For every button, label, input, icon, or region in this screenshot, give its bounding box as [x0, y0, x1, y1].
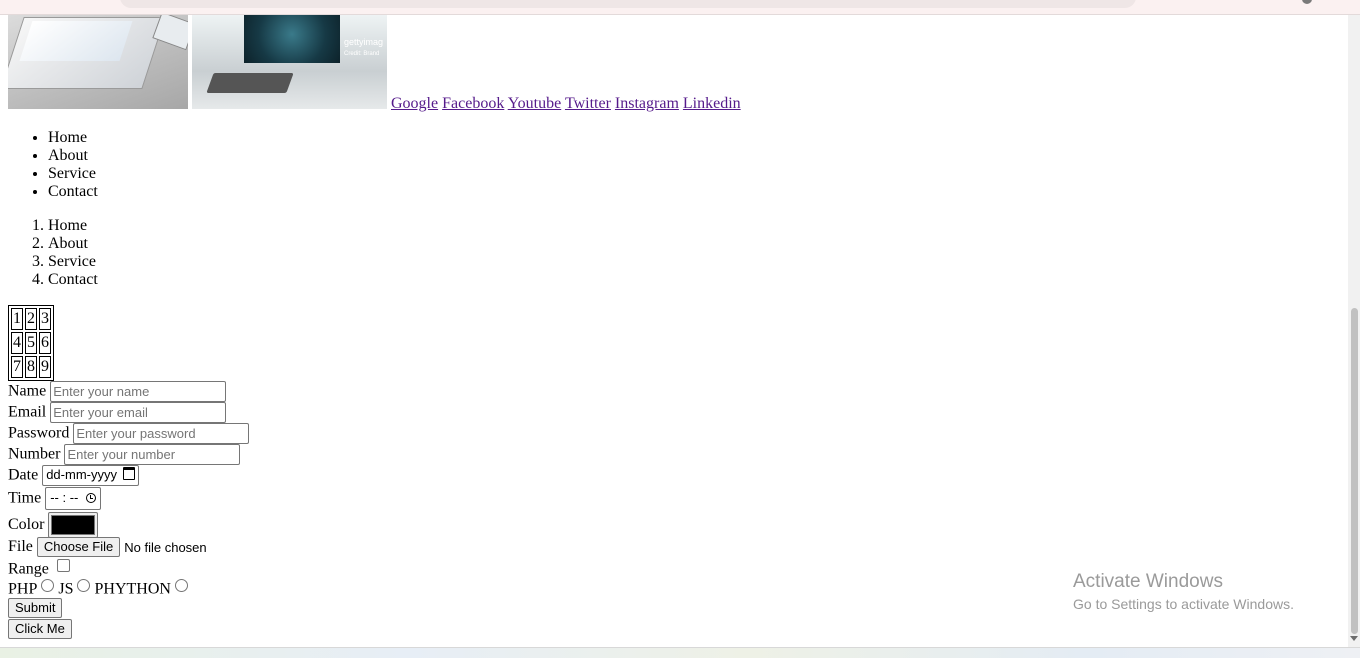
email-input[interactable]	[50, 402, 227, 423]
table-cell: 9	[39, 356, 51, 378]
color-swatch	[51, 515, 96, 535]
social-links: Google Facebook Youtube Twitter Instagra…	[391, 95, 741, 113]
list-item: Contact	[48, 271, 98, 289]
python-label: PHYTHON	[94, 580, 171, 598]
taskbar-strip	[0, 647, 1360, 658]
password-input[interactable]	[73, 423, 250, 444]
time-input[interactable]: -- : --	[45, 487, 102, 510]
address-bar[interactable]	[120, 0, 1136, 8]
table-cell: 8	[25, 356, 37, 378]
color-picker[interactable]	[48, 512, 99, 538]
table-cell: 7	[11, 356, 23, 378]
ordered-list: Home About Service Contact	[8, 217, 98, 289]
laptop-image-1	[8, 15, 188, 109]
submit-row: Submit	[8, 598, 63, 618]
list-item: Home	[48, 217, 98, 235]
email-row: Email	[8, 402, 227, 423]
link-google[interactable]: Google	[391, 95, 438, 112]
activate-subtitle: Go to Settings to activate Windows.	[1073, 596, 1294, 612]
table-cell: 3	[39, 308, 51, 330]
unordered-list: Home About Service Contact	[8, 129, 98, 201]
scrollbar-thumb[interactable]	[1351, 308, 1358, 634]
range-row: Range	[8, 559, 70, 578]
table-cell: 4	[11, 332, 23, 354]
link-twitter[interactable]: Twitter	[565, 95, 611, 112]
table-cell: 6	[39, 332, 51, 354]
name-label: Name	[8, 382, 47, 400]
name-input[interactable]	[50, 381, 227, 402]
link-youtube[interactable]: Youtube	[508, 95, 562, 112]
calendar-icon[interactable]	[122, 467, 135, 480]
table-row: 1 2 3	[11, 308, 51, 330]
python-radio[interactable]	[174, 579, 188, 592]
number-row: Number	[8, 444, 241, 465]
table-cell: 5	[25, 332, 37, 354]
table-cell: 1	[11, 308, 23, 330]
profile-icon[interactable]	[1302, 0, 1312, 4]
php-label: PHP	[8, 580, 38, 598]
link-instagram[interactable]: Instagram	[615, 95, 679, 112]
php-radio[interactable]	[41, 579, 55, 592]
name-row: Name	[8, 381, 227, 402]
range-label: Range	[8, 560, 49, 578]
date-label: Date	[8, 466, 39, 484]
time-row: Time -- : --	[8, 487, 102, 510]
watermark-credit: Credit: Brand	[344, 51, 380, 57]
click-me-button[interactable]: Click Me	[8, 619, 72, 639]
browser-top-strip	[0, 0, 1360, 15]
link-facebook[interactable]: Facebook	[442, 95, 504, 112]
file-label: File	[8, 538, 33, 555]
laptop-image-2: gettyimag Credit: Brand	[192, 15, 387, 109]
range-checkbox[interactable]	[56, 559, 70, 572]
password-row: Password	[8, 423, 250, 444]
time-value: -- : --	[50, 490, 79, 505]
table-row: 7 8 9	[11, 356, 51, 378]
color-label: Color	[8, 516, 45, 533]
list-item: About	[48, 147, 98, 165]
color-row: Color	[8, 512, 99, 538]
password-label: Password	[8, 424, 70, 442]
number-input[interactable]	[64, 444, 241, 465]
table-cell: 2	[25, 308, 37, 330]
file-status: No file chosen	[124, 539, 207, 555]
watermark-getty: gettyimag	[344, 37, 384, 47]
list-item: Service	[48, 165, 98, 183]
click-row: Click Me	[8, 619, 72, 639]
list-item: Contact	[48, 183, 98, 201]
date-row: Date dd-mm-yyyy	[8, 465, 139, 486]
activate-title: Activate Windows	[1073, 571, 1223, 592]
clock-icon[interactable]	[86, 493, 97, 503]
time-label: Time	[8, 489, 42, 507]
number-table: 1 2 3 4 5 6 7 8 9	[8, 305, 54, 381]
js-label: JS	[58, 580, 74, 598]
date-input[interactable]: dd-mm-yyyy	[42, 465, 139, 486]
list-item: Service	[48, 253, 98, 271]
radio-row: PHP JS PHYTHON	[8, 579, 192, 598]
scroll-down-icon[interactable]	[1350, 636, 1358, 641]
list-item: Home	[48, 129, 98, 147]
number-label: Number	[8, 445, 61, 463]
js-radio[interactable]	[77, 579, 91, 592]
link-linkedin[interactable]: Linkedin	[683, 95, 741, 112]
list-item: About	[48, 235, 98, 253]
email-label: Email	[8, 403, 47, 421]
file-row: File Choose File No file chosen	[8, 537, 207, 557]
activate-windows-watermark: Activate Windows Go to Settings to activ…	[1073, 571, 1294, 615]
submit-button[interactable]: Submit	[8, 598, 63, 618]
choose-file-button[interactable]: Choose File	[36, 537, 121, 557]
date-value: dd-mm-yyyy	[46, 467, 117, 482]
table-row: 4 5 6	[11, 332, 51, 354]
